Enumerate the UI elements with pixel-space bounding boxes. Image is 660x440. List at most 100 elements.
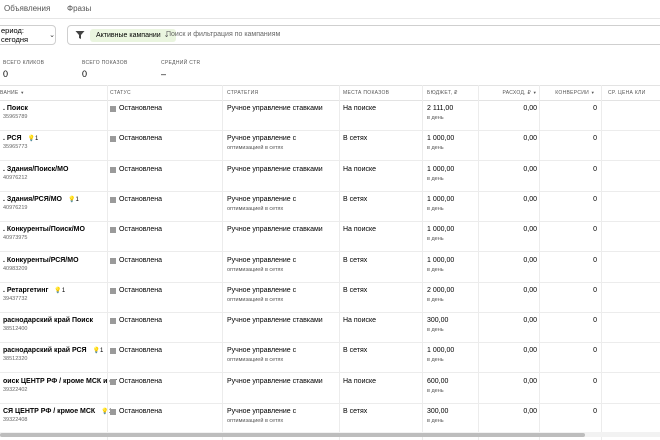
search-placeholder: Поиск и фильтрация по кампаниям: [166, 31, 281, 38]
filter-icon: [75, 31, 85, 39]
campaign-strategy: Ручное управление ставками: [227, 226, 323, 234]
table-row[interactable]: раснодарский край Поиск 38512400 Остановле…: [0, 312, 660, 344]
active-campaigns-chip[interactable]: Активные кампании ⌄: [90, 29, 176, 42]
campaign-placement: На поиске: [343, 165, 377, 173]
campaign-name-link[interactable]: . Ретаргетинг 💡1: [3, 287, 65, 295]
alert-badge[interactable]: 💡1: [27, 136, 38, 142]
stat-label: СРЕДНИЙ CTR: [161, 60, 201, 66]
top-nav: Объявления Фразы: [0, 0, 660, 19]
alert-badge[interactable]: 💡1: [54, 288, 65, 294]
column-header-budget[interactable]: БЮДЖЕТ, ₽: [427, 86, 458, 100]
campaign-budget[interactable]: 1 000,00 в день: [427, 226, 454, 243]
campaign-search-box[interactable]: Активные кампании ⌄ Поиск и фильтрация по…: [67, 25, 660, 45]
column-header-spend[interactable]: РАСХОД, ₽ ▼: [480, 86, 537, 100]
table-row[interactable]: . РСЯ 💡1 35965773 Остановлена Ручное управле…: [0, 130, 660, 162]
status-square-icon: [110, 106, 116, 112]
budget-period: в день: [427, 236, 444, 243]
campaign-strategy: Ручное управление ставками: [227, 165, 323, 173]
status-square-icon: [110, 196, 116, 203]
campaign-id: 38512400: [3, 326, 28, 333]
scrollbar-thumb[interactable]: [0, 433, 585, 437]
budget-period: в день: [427, 296, 444, 303]
campaign-spend: 0,00: [523, 135, 537, 143]
table-row[interactable]: оиск ЦЕНТР РФ / кроме МСК и от 39322402 Ос…: [0, 373, 660, 404]
campaign-budget[interactable]: 300,00 в день: [427, 408, 448, 425]
campaign-budget[interactable]: 1 000,00 в день: [427, 166, 454, 183]
campaign-name-link[interactable]: оиск ЦЕНТР РФ / кроме МСК и от: [3, 378, 117, 386]
campaign-name-link[interactable]: . Поиск: [3, 105, 28, 113]
campaign-budget[interactable]: 1 000,00 в день: [427, 135, 454, 152]
campaign-budget[interactable]: 600,00 в день: [427, 378, 448, 395]
campaign-budget[interactable]: 1 000,00 в день: [427, 347, 454, 364]
table-row[interactable]: раснодарский край РСЯ 💡1 38512320 Остановле…: [0, 342, 660, 374]
budget-period: в день: [427, 266, 444, 273]
table-row[interactable]: . Конкуренты/Поиск/МО 40973975 Остановлена…: [0, 221, 660, 253]
campaign-status: Остановлена: [110, 105, 162, 113]
campaign-budget[interactable]: 2 000,00 в день: [427, 287, 454, 304]
column-header-avg-cpc[interactable]: СР. ЦЕНА КЛИ: [608, 86, 646, 100]
campaign-strategy: Ручное управление с оптимизацией в сетях: [227, 256, 297, 273]
period-select[interactable]: ериод: сегодня ⌄: [0, 25, 56, 45]
campaign-status: Остановлена: [110, 287, 162, 295]
strategy-subline: оптимизацией в сетях: [227, 418, 284, 424]
campaign-placement: В сетях: [343, 135, 368, 143]
table-row[interactable]: СЯ ЦЕНТР РФ / крмое МСК💡139322408 Останов…: [0, 403, 660, 434]
table-row[interactable]: . Ретаргетинг 💡1 39437732 Остановлена Ручное…: [0, 282, 660, 313]
campaign-budget[interactable]: 1 000,00 в день: [427, 257, 454, 274]
budget-period: в день: [427, 175, 444, 182]
column-header-status[interactable]: СТАТУС: [110, 86, 131, 100]
campaign-name-link[interactable]: раснодарский край РСЯ 💡1: [3, 347, 103, 355]
campaign-budget[interactable]: 1 000,00 в день: [427, 196, 454, 213]
budget-period: в день: [427, 327, 444, 334]
budget-period: в день: [427, 115, 444, 121]
chip-label: Активные кампании: [96, 32, 161, 39]
campaign-name-link[interactable]: . Здания/Поиск/МО: [3, 166, 68, 174]
campaign-spend: 0,00: [523, 195, 537, 203]
budget-period: в день: [427, 387, 444, 394]
column-header-strategy[interactable]: СТРАТЕГИЯ: [227, 86, 258, 100]
campaign-name-link[interactable]: . РСЯ 💡1: [3, 135, 38, 143]
campaign-name-link[interactable]: . Здания/РСЯ/МО 💡1: [3, 196, 79, 204]
tab-phrases[interactable]: Фразы: [67, 4, 91, 13]
campaign-strategy: Ручное управление с оптимизацией в сетях: [227, 408, 297, 424]
campaign-id: 40983209: [3, 265, 28, 272]
table-row[interactable]: . Здания/РСЯ/МО 💡1 40976219 Остановлена Ручн…: [0, 191, 660, 222]
campaign-status: Остановлена: [110, 166, 162, 174]
campaign-strategy: Ручное управление с оптимизацией в сетях: [227, 286, 297, 303]
tab-ads[interactable]: Объявления: [4, 4, 50, 13]
table-row[interactable]: . Конкуренты/РСЯ/МО 40983209 Остановлена Ру…: [0, 252, 660, 283]
column-header-name[interactable]: ВАНИЕ ▼: [0, 86, 25, 100]
stat-label: ВСЕГО КЛИКОВ: [3, 60, 45, 66]
campaign-placement: На поиске: [343, 105, 377, 112]
stat-label: ВСЕГО ПОКАЗОВ: [82, 60, 128, 66]
lightbulb-icon: 💡: [92, 348, 101, 355]
table-row[interactable]: . Здания/Поиск/МО 40976212 Остановлена Ручн…: [0, 161, 660, 192]
table-row[interactable]: . Поиск 35965789 Остановлена Ручное управле…: [0, 100, 660, 131]
campaign-name-link[interactable]: . Конкуренты/РСЯ/МО: [3, 257, 79, 265]
campaign-status: Остановлена: [110, 257, 162, 265]
campaign-spend: 0,00: [523, 317, 537, 325]
column-header-placement[interactable]: МЕСТА ПОКАЗОВ: [343, 86, 389, 100]
column-header-conversions[interactable]: КОНВЕРСИИ ▼: [541, 86, 595, 100]
status-square-icon: [110, 409, 116, 415]
status-square-icon: [110, 136, 116, 143]
campaign-id: 39437732: [3, 295, 28, 302]
campaign-budget[interactable]: 300,00 в день: [427, 317, 448, 334]
campaign-budget[interactable]: 2 111,00 в день: [427, 105, 453, 122]
campaign-id: 38512320: [3, 356, 28, 363]
campaign-placement: На поиске: [343, 317, 377, 325]
campaign-name-link[interactable]: раснодарский край Поиск: [3, 317, 93, 325]
campaign-placement: На поиске: [343, 377, 377, 385]
alert-badge[interactable]: 💡1: [93, 348, 104, 354]
campaign-conversions: 0: [593, 256, 597, 264]
strategy-subline: оптимизацией в сетях: [227, 357, 284, 364]
campaign-placement: В сетях: [343, 195, 368, 203]
campaign-placement: В сетях: [343, 286, 368, 294]
campaign-name-link[interactable]: . Конкуренты/Поиск/МО: [3, 226, 85, 234]
status-square-icon: [110, 287, 116, 294]
campaign-name-link[interactable]: СЯ ЦЕНТР РФ / крмое МСК💡1: [3, 408, 112, 416]
stat-total-clicks: ВСЕГО КЛИКОВ 0: [3, 60, 44, 79]
campaign-strategy: Ручное управление с оптимизацией в сетях: [227, 347, 297, 364]
alert-badge[interactable]: 💡1: [68, 197, 79, 203]
budget-period: в день: [427, 418, 444, 424]
